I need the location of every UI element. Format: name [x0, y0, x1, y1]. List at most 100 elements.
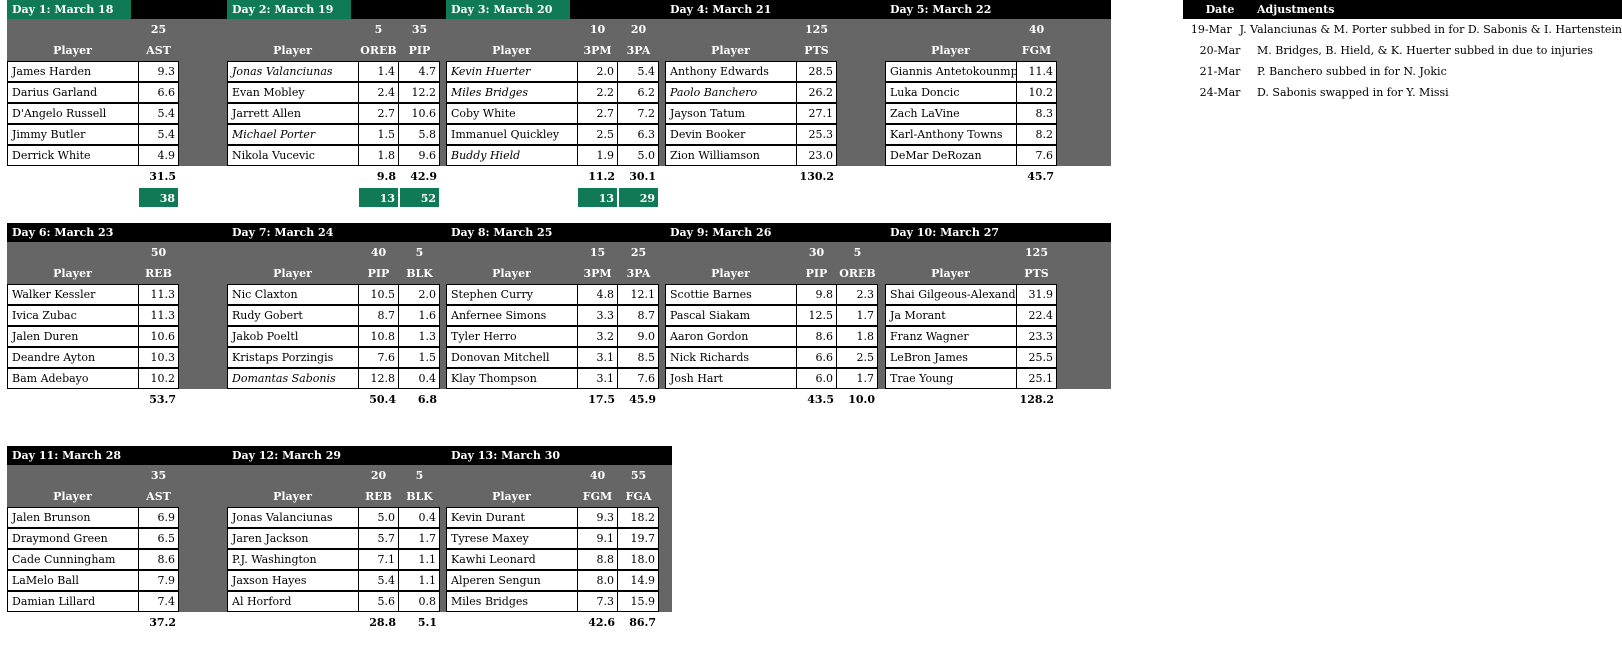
player-name-cell[interactable]: Luka Doncic	[885, 82, 1016, 103]
total-value[interactable]: 42.9	[399, 166, 440, 187]
stat-value-cell[interactable]: 1.1	[399, 549, 440, 570]
stat-value-cell[interactable]: 7.6	[618, 368, 659, 389]
stat-value-cell[interactable]: 8.7	[358, 305, 399, 326]
stat-value-cell[interactable]: 1.4	[358, 61, 399, 82]
total-value[interactable]: 28.8	[358, 612, 399, 633]
player-name-cell[interactable]: Tyler Herro	[446, 326, 577, 347]
stat-value-cell[interactable]: 7.6	[358, 347, 399, 368]
stat-value-cell[interactable]: 15.9	[618, 591, 659, 612]
stat-value-cell[interactable]: 26.2	[796, 82, 837, 103]
player-name-cell[interactable]: DeMar DeRozan	[885, 145, 1016, 166]
stat-value-cell[interactable]: 1.7	[837, 305, 878, 326]
player-name-cell[interactable]: Evan Mobley	[227, 82, 358, 103]
target-value[interactable]: 40	[358, 242, 399, 263]
player-name-cell[interactable]: Buddy Hield	[446, 145, 577, 166]
total-value[interactable]: 50.4	[358, 389, 399, 410]
target-value[interactable]: 40	[1016, 19, 1057, 40]
stat-value-cell[interactable]: 10.2	[1016, 82, 1057, 103]
stat-value-cell[interactable]: 12.2	[399, 82, 440, 103]
stat-value-cell[interactable]: 5.4	[138, 124, 179, 145]
total-value[interactable]: 5.1	[399, 612, 440, 633]
player-name-cell[interactable]: Al Horford	[227, 591, 358, 612]
total-value[interactable]: 53.7	[138, 389, 179, 410]
player-name-cell[interactable]: Zion Williamson	[665, 145, 796, 166]
stat-value-cell[interactable]: 6.3	[618, 124, 659, 145]
total-value[interactable]: 11.2	[577, 166, 618, 187]
stat-value-cell[interactable]: 5.4	[358, 570, 399, 591]
player-name-cell[interactable]: LaMelo Ball	[7, 570, 138, 591]
player-name-cell[interactable]: Shai Gilgeous-Alexander	[885, 284, 1016, 305]
stat-value-cell[interactable]: 11.3	[138, 284, 179, 305]
player-name-cell[interactable]: Damian Lillard	[7, 591, 138, 612]
result-value[interactable]: 13	[577, 187, 618, 208]
target-value[interactable]: 30	[796, 242, 837, 263]
adjustment-row[interactable]: 20-Mar M. Bridges, B. Hield, & K. Huerte…	[1183, 40, 1622, 61]
stat-value-cell[interactable]: 10.3	[138, 347, 179, 368]
stat-value-cell[interactable]: 31.9	[1016, 284, 1057, 305]
player-name-cell[interactable]: Jaxson Hayes	[227, 570, 358, 591]
player-name-cell[interactable]: P.J. Washington	[227, 549, 358, 570]
player-name-cell[interactable]: Domantas Sabonis	[227, 368, 358, 389]
total-value[interactable]: 30.1	[618, 166, 659, 187]
stat-value-cell[interactable]: 5.7	[358, 528, 399, 549]
player-name-cell[interactable]: Giannis Antetokounmpo	[885, 61, 1016, 82]
player-name-cell[interactable]: Kawhi Leonard	[446, 549, 577, 570]
stat-value-cell[interactable]: 9.0	[618, 326, 659, 347]
stat-value-cell[interactable]: 2.0	[577, 61, 618, 82]
player-name-cell[interactable]: Rudy Gobert	[227, 305, 358, 326]
player-name-cell[interactable]: Tyrese Maxey	[446, 528, 577, 549]
day-title[interactable]: Day 11: March 28	[7, 446, 233, 465]
stat-value-cell[interactable]: 23.0	[796, 145, 837, 166]
stat-value-cell[interactable]: 10.2	[138, 368, 179, 389]
player-name-cell[interactable]: Kevin Huerter	[446, 61, 577, 82]
stat-value-cell[interactable]: 5.8	[399, 124, 440, 145]
target-value[interactable]: 5	[837, 242, 878, 263]
player-name-cell[interactable]: Jonas Valanciunas	[227, 61, 358, 82]
stat-value-cell[interactable]: 14.9	[618, 570, 659, 591]
player-name-cell[interactable]: Coby White	[446, 103, 577, 124]
stat-value-cell[interactable]: 18.0	[618, 549, 659, 570]
stat-value-cell[interactable]: 22.4	[1016, 305, 1057, 326]
stat-value-cell[interactable]: 6.6	[796, 347, 837, 368]
day-title[interactable]: Day 4: March 21	[665, 0, 891, 19]
total-value[interactable]: 37.2	[138, 612, 179, 633]
total-value[interactable]: 45.9	[618, 389, 659, 410]
target-value[interactable]: 10	[577, 19, 618, 40]
stat-value-cell[interactable]: 2.4	[358, 82, 399, 103]
player-name-cell[interactable]: Trae Young	[885, 368, 1016, 389]
player-name-cell[interactable]: Devin Booker	[665, 124, 796, 145]
stat-value-cell[interactable]: 10.6	[138, 326, 179, 347]
stat-value-cell[interactable]: 25.1	[1016, 368, 1057, 389]
day-title[interactable]: Day 9: March 26	[665, 223, 891, 242]
stat-value-cell[interactable]: 0.4	[399, 368, 440, 389]
stat-value-cell[interactable]: 6.5	[138, 528, 179, 549]
player-name-cell[interactable]: Zach LaVine	[885, 103, 1016, 124]
player-name-cell[interactable]: Kevin Durant	[446, 507, 577, 528]
player-name-cell[interactable]: Jarrett Allen	[227, 103, 358, 124]
total-value[interactable]: 17.5	[577, 389, 618, 410]
stat-value-cell[interactable]: 8.6	[796, 326, 837, 347]
stat-value-cell[interactable]: 12.1	[618, 284, 659, 305]
player-name-cell[interactable]: Donovan Mitchell	[446, 347, 577, 368]
player-name-cell[interactable]: Jimmy Butler	[7, 124, 138, 145]
target-value[interactable]: 5	[399, 465, 440, 486]
player-name-cell[interactable]: Draymond Green	[7, 528, 138, 549]
stat-value-cell[interactable]: 25.3	[796, 124, 837, 145]
stat-value-cell[interactable]: 0.8	[399, 591, 440, 612]
total-value[interactable]: 43.5	[796, 389, 837, 410]
player-name-cell[interactable]: Josh Hart	[665, 368, 796, 389]
player-name-cell[interactable]: Paolo Banchero	[665, 82, 796, 103]
result-value[interactable]: 13	[358, 187, 399, 208]
player-name-cell[interactable]: Jonas Valanciunas	[227, 507, 358, 528]
day-title[interactable]: Day 2: March 19	[227, 0, 351, 19]
stat-value-cell[interactable]: 6.9	[138, 507, 179, 528]
player-name-cell[interactable]: Miles Bridges	[446, 591, 577, 612]
total-value[interactable]: 86.7	[618, 612, 659, 633]
stat-value-cell[interactable]: 25.5	[1016, 347, 1057, 368]
adjustment-row[interactable]: 19-Mar J. Valanciunas & M. Porter subbed…	[1183, 19, 1622, 40]
stat-value-cell[interactable]: 2.7	[358, 103, 399, 124]
stat-value-cell[interactable]: 11.3	[138, 305, 179, 326]
stat-value-cell[interactable]: 1.1	[399, 570, 440, 591]
stat-value-cell[interactable]: 1.8	[837, 326, 878, 347]
player-name-cell[interactable]: Alperen Sengun	[446, 570, 577, 591]
